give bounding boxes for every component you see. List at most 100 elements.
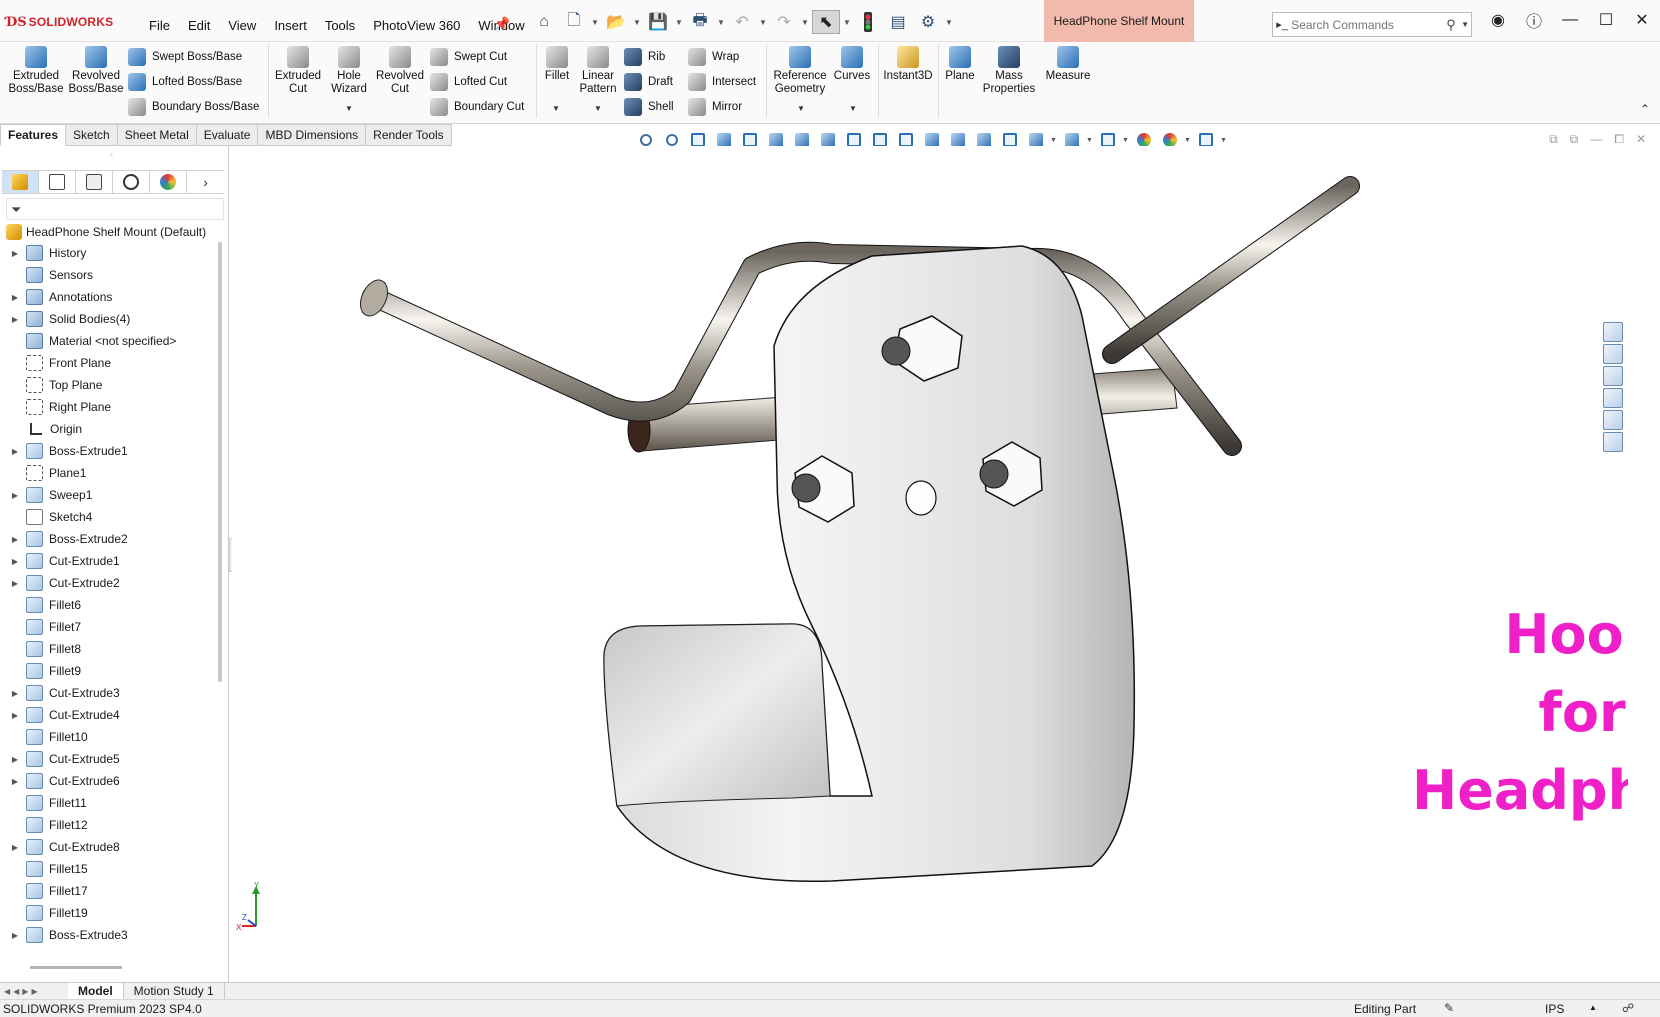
tab-evaluate[interactable]: Evaluate — [196, 124, 259, 146]
tab-scroll-arrows-icon[interactable]: ◀◀▶▶ — [0, 987, 68, 996]
tree-item-fillet11[interactable]: Fillet11 — [0, 792, 218, 814]
wrap-button[interactable]: Wrap — [688, 48, 739, 66]
search-commands-box[interactable]: ▸_ ⚲ ▼ — [1272, 12, 1472, 37]
tree-item-cut-extrude4[interactable]: ▶ Cut-Extrude4 — [0, 704, 218, 726]
print-icon[interactable]: 🖶 — [686, 10, 714, 34]
unit-system[interactable]: IPS — [1545, 1002, 1564, 1016]
solidworks-resources-icon[interactable] — [1603, 322, 1623, 342]
select-cursor-icon[interactable]: ⬉ — [812, 10, 840, 34]
extruded-cut-button[interactable]: Extruded Cut — [272, 46, 324, 96]
tree-item-cut-extrude1[interactable]: ▶ Cut-Extrude1 — [0, 550, 218, 572]
new-dropdown-icon[interactable]: ▼ — [590, 18, 600, 27]
reference-geometry-button[interactable]: Reference Geometry — [772, 46, 828, 96]
search-dropdown-icon[interactable]: ▼ — [1461, 20, 1471, 29]
revolved-cut-button[interactable]: Revolved Cut — [374, 46, 426, 96]
collapse-ribbon-icon[interactable]: ⌃ — [1640, 102, 1650, 116]
undo-dropdown-icon[interactable]: ▼ — [758, 18, 768, 27]
undo-icon[interactable]: ↶ — [728, 10, 756, 34]
tree-item-solid-bodies-4[interactable]: ▶ Solid Bodies(4) — [0, 308, 218, 330]
tree-item-fillet12[interactable]: Fillet12 — [0, 814, 218, 836]
tree-item-right-plane[interactable]: Right Plane — [0, 396, 218, 418]
viewport-restore-left-icon[interactable]: ⧉ — [1549, 132, 1558, 147]
view-orientation-dropdown-icon[interactable]: ▼ — [1050, 137, 1058, 144]
custom-properties-icon[interactable] — [1603, 432, 1623, 452]
headphone-hook-model[interactable] — [232, 146, 1628, 982]
boundary-boss-button[interactable]: Boundary Boss/Base — [128, 98, 259, 116]
quick-tips-icon[interactable]: ☍ — [1622, 1001, 1634, 1015]
tree-item-top-plane[interactable]: Top Plane — [0, 374, 218, 396]
tree-item-plane1[interactable]: Plane1 — [0, 462, 218, 484]
menu-insert[interactable]: Insert — [265, 14, 316, 37]
options-gear-icon[interactable]: ⚙ — [914, 10, 942, 34]
tab-sketch[interactable]: Sketch — [66, 124, 118, 146]
more-tabs-chevron-icon[interactable]: › — [187, 171, 224, 193]
expand-arrow-icon[interactable]: ▶ — [8, 931, 22, 940]
hole-wizard-dropdown-icon[interactable]: ▼ — [345, 104, 353, 113]
select-dropdown-icon[interactable]: ▼ — [842, 18, 852, 27]
expand-arrow-icon[interactable]: ▶ — [8, 843, 22, 852]
expand-arrow-icon[interactable]: ▶ — [8, 535, 22, 544]
tree-item-fillet19[interactable]: Fillet19 — [0, 902, 218, 924]
tree-item-cut-extrude8[interactable]: ▶ Cut-Extrude8 — [0, 836, 218, 858]
expand-arrow-icon[interactable]: ▶ — [8, 491, 22, 500]
fillet-button[interactable]: Fillet — [540, 46, 574, 83]
options-dropdown-icon[interactable]: ▼ — [944, 18, 954, 27]
tree-item-cut-extrude3[interactable]: ▶ Cut-Extrude3 — [0, 682, 218, 704]
viewport-minimize-icon[interactable]: — — [1590, 132, 1602, 147]
tree-item-sweep1[interactable]: ▶ Sweep1 — [0, 484, 218, 506]
propertymanager-tab-icon[interactable] — [39, 171, 77, 193]
view-palette-icon[interactable] — [1603, 388, 1623, 408]
tree-item-annotations[interactable]: ▶ Annotations — [0, 286, 218, 308]
traffic-light-icon[interactable] — [854, 10, 882, 34]
boundary-cut-button[interactable]: Boundary Cut — [430, 98, 524, 116]
expand-arrow-icon[interactable]: ▶ — [8, 447, 22, 456]
expand-arrow-icon[interactable]: ▶ — [8, 293, 22, 302]
tree-item-material-not-specified[interactable]: Material <not specified> — [0, 330, 218, 352]
tab-features[interactable]: Features — [0, 124, 67, 146]
help-icon[interactable]: ⓘ — [1516, 8, 1552, 32]
tab-motion-study-1[interactable]: Motion Study 1 — [124, 982, 225, 1000]
rebuild-status-icon[interactable]: ✎ — [1444, 1001, 1454, 1015]
tree-item-fillet8[interactable]: Fillet8 — [0, 638, 218, 660]
file-explorer-icon[interactable] — [1603, 366, 1623, 386]
search-icon[interactable]: ⚲ — [1446, 17, 1461, 33]
open-dropdown-icon[interactable]: ▼ — [632, 18, 642, 27]
apply-scene-dropdown-icon[interactable]: ▼ — [1184, 137, 1192, 144]
redo-icon[interactable]: ↷ — [770, 10, 798, 34]
tree-item-boss-extrude3[interactable]: ▶ Boss-Extrude3 — [0, 924, 218, 946]
print-dropdown-icon[interactable]: ▼ — [716, 18, 726, 27]
appearances-scenes-icon[interactable] — [1603, 410, 1623, 430]
redo-dropdown-icon[interactable]: ▼ — [800, 18, 810, 27]
tree-item-front-plane[interactable]: Front Plane — [0, 352, 218, 374]
tab-mbd-dimensions[interactable]: MBD Dimensions — [258, 124, 367, 146]
tree-item-fillet17[interactable]: Fillet17 — [0, 880, 218, 902]
featuremanager-tab-icon[interactable] — [2, 171, 40, 193]
tree-item-sensors[interactable]: Sensors — [0, 264, 218, 286]
intersect-button[interactable]: Intersect — [688, 73, 756, 91]
displaymanager-tab-icon[interactable] — [150, 171, 188, 193]
panel-grip-icon[interactable]: ◦ — [110, 150, 113, 159]
tree-item-cut-extrude6[interactable]: ▶ Cut-Extrude6 — [0, 770, 218, 792]
design-library-icon[interactable] — [1603, 344, 1623, 364]
open-folder-icon[interactable]: 📂 — [602, 10, 630, 34]
viewport-restore-right-icon[interactable]: ⧉ — [1570, 132, 1579, 147]
tree-item-cut-extrude5[interactable]: ▶ Cut-Extrude5 — [0, 748, 218, 770]
expand-arrow-icon[interactable]: ▶ — [8, 711, 22, 720]
tab-model[interactable]: Model — [68, 982, 124, 1000]
graphics-area[interactable]: Hook for Headphones — [232, 146, 1628, 982]
measure-button[interactable]: Measure — [1040, 46, 1096, 83]
tree-item-fillet10[interactable]: Fillet10 — [0, 726, 218, 748]
viewport-tile-icon[interactable]: ⧠ — [1614, 132, 1624, 147]
fillet-dropdown-icon[interactable]: ▼ — [552, 104, 560, 113]
display-style-dropdown-icon[interactable]: ▼ — [1086, 137, 1094, 144]
expand-arrow-icon[interactable]: ▶ — [8, 755, 22, 764]
shell-button[interactable]: Shell — [624, 98, 674, 116]
expand-arrow-icon[interactable]: ▶ — [8, 557, 22, 566]
new-document-icon[interactable]: 🗋 — [560, 10, 588, 34]
linear-pattern-button[interactable]: Linear Pattern — [576, 46, 620, 96]
expand-arrow-icon[interactable]: ▶ — [8, 777, 22, 786]
maximize-button[interactable]: ☐ — [1588, 10, 1624, 30]
hole-wizard-button[interactable]: Hole Wizard — [324, 46, 374, 96]
menu-photoview[interactable]: PhotoView 360 — [364, 14, 469, 37]
draft-button[interactable]: Draft — [624, 73, 673, 91]
